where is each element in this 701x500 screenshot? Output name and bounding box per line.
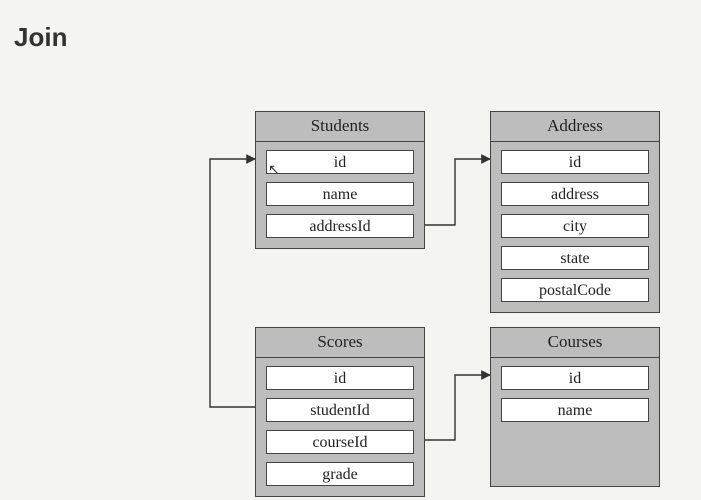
er-diagram: Students id name addressId Address id ad… — [0, 0, 701, 500]
field-students-id: id — [266, 150, 414, 174]
field-address-address: address — [501, 182, 649, 206]
rel-scores-studentId-to-students-id — [210, 159, 255, 407]
field-students-addressId: addressId — [266, 214, 414, 238]
rel-scores-courseId-to-courses-id — [425, 375, 490, 440]
field-scores-studentId: studentId — [266, 398, 414, 422]
field-courses-name: name — [501, 398, 649, 422]
table-address-header: Address — [491, 112, 659, 142]
field-courses-id: id — [501, 366, 649, 390]
table-students-header: Students — [256, 112, 424, 142]
field-students-name: name — [266, 182, 414, 206]
field-address-city: city — [501, 214, 649, 238]
field-scores-id: id — [266, 366, 414, 390]
rel-students-addressId-to-address-id — [425, 159, 490, 225]
table-address: Address id address city state postalCode — [490, 111, 660, 313]
field-scores-courseId: courseId — [266, 430, 414, 454]
field-scores-grade: grade — [266, 462, 414, 486]
table-students: Students id name addressId — [255, 111, 425, 249]
table-scores: Scores id studentId courseId grade — [255, 327, 425, 497]
field-address-state: state — [501, 246, 649, 270]
table-courses: Courses id name — [490, 327, 660, 487]
table-courses-header: Courses — [491, 328, 659, 358]
field-address-id: id — [501, 150, 649, 174]
field-address-postalCode: postalCode — [501, 278, 649, 302]
table-scores-header: Scores — [256, 328, 424, 358]
